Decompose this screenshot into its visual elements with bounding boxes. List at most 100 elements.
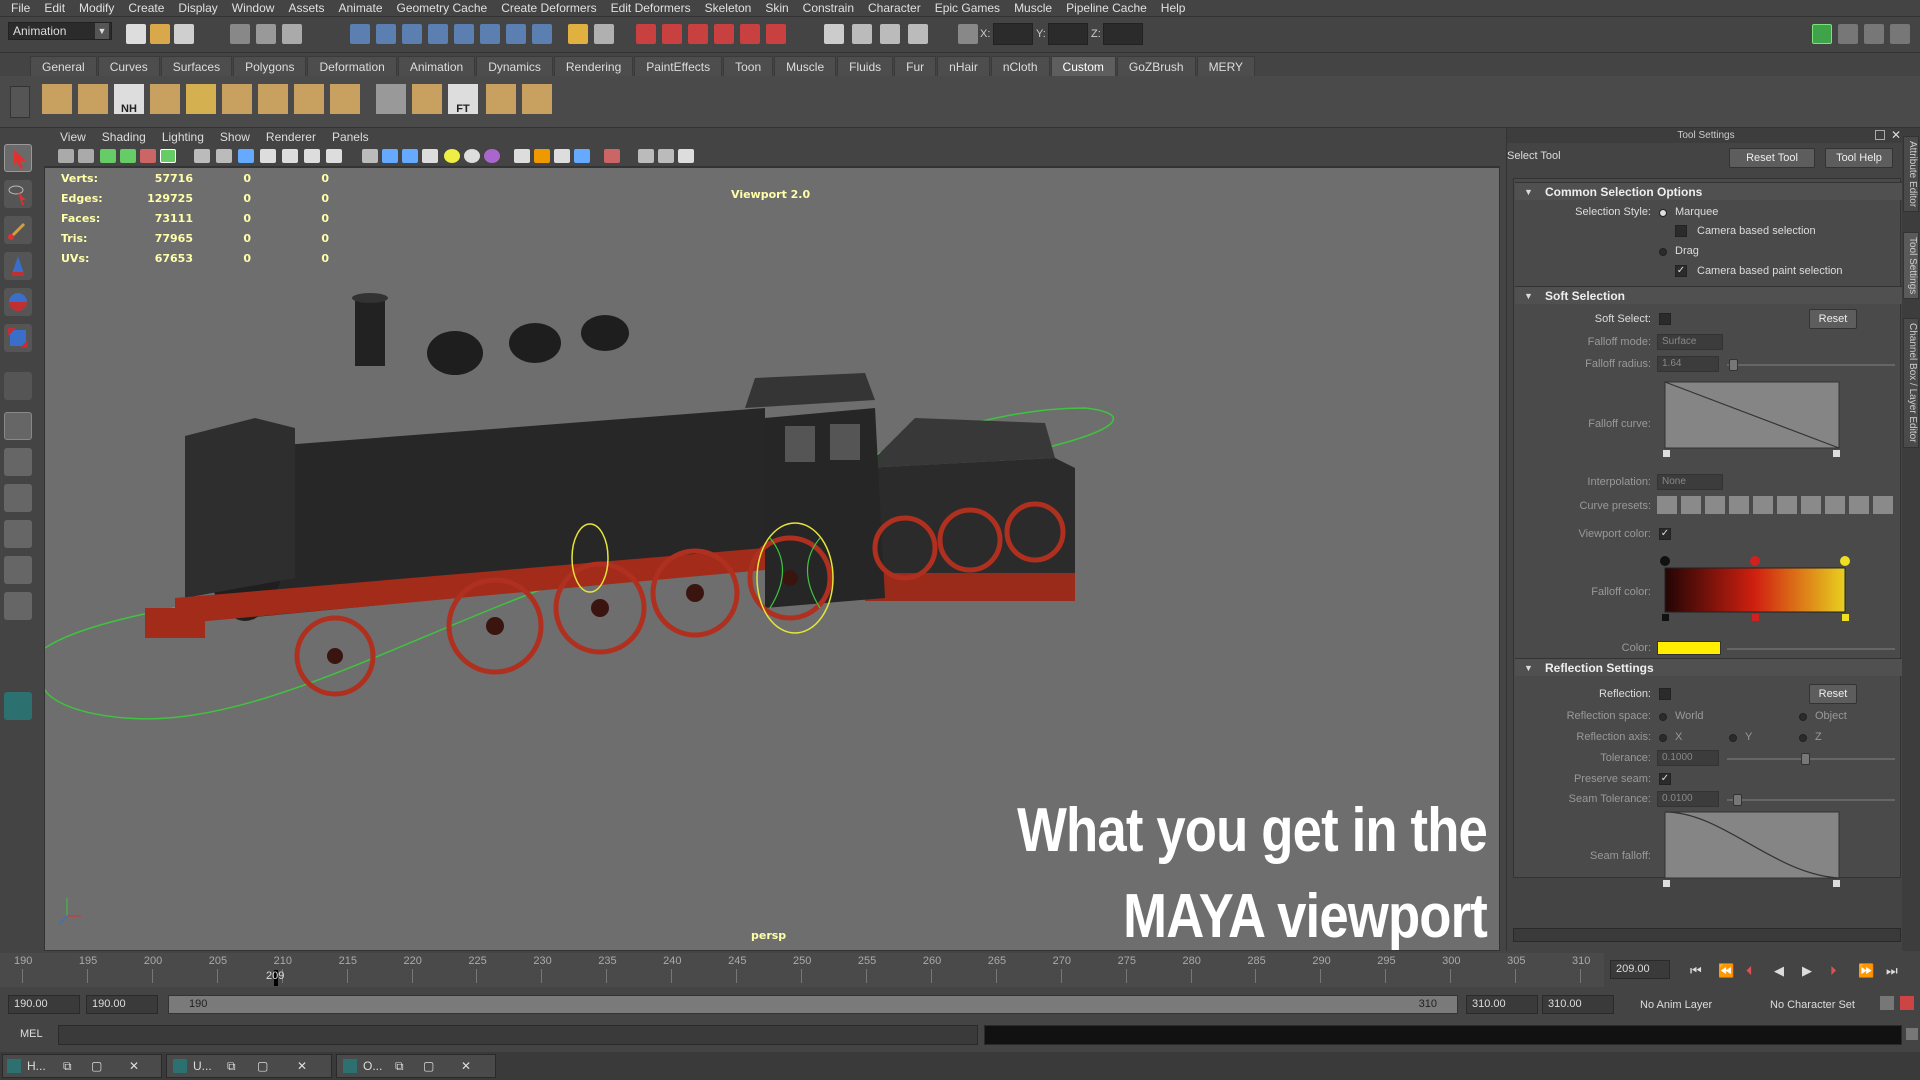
tool-settings-toggle-icon[interactable]	[1838, 24, 1858, 44]
hypershade-icon[interactable]	[740, 24, 760, 44]
panel-menu-view[interactable]: View	[52, 130, 94, 144]
shelf-tab-deformation[interactable]: Deformation	[307, 56, 397, 76]
falloff-radius-slider[interactable]	[1727, 364, 1895, 366]
panel-menu-lighting[interactable]: Lighting	[154, 130, 212, 144]
maximize-icon[interactable]: ▢	[257, 1055, 268, 1077]
hypershade-persp-layout-icon[interactable]	[4, 556, 32, 584]
depth-of-field-icon[interactable]	[554, 149, 570, 163]
shelf-tab-fluids[interactable]: Fluids	[837, 56, 894, 76]
layer-editor-toggle-icon[interactable]	[1890, 24, 1910, 44]
select-tool-icon[interactable]	[4, 144, 32, 172]
shelf-tool-10-icon[interactable]	[376, 84, 406, 114]
go-to-start-icon[interactable]: ⏮	[1690, 963, 1702, 979]
shelf-tab-painteffects[interactable]: PaintEffects	[634, 56, 723, 76]
menu-assets[interactable]: Assets	[281, 0, 331, 17]
select-hierarchy-icon[interactable]	[230, 24, 250, 44]
shelf-tab-gozbrush[interactable]: GoZBrush	[1116, 56, 1196, 76]
preserve-seam-checkbox[interactable]: ✓	[1659, 773, 1671, 785]
field-chart-icon[interactable]	[282, 149, 298, 163]
shelf-tab-ncloth[interactable]: nCloth	[990, 56, 1050, 76]
select-camera-icon[interactable]	[78, 149, 94, 163]
shelf-tab-toon[interactable]: Toon	[723, 56, 774, 76]
render-settings-icon[interactable]	[714, 24, 734, 44]
soft-selection-header[interactable]: Soft Selection	[1515, 286, 1905, 305]
lock-icon[interactable]	[568, 24, 588, 44]
play-backward-icon[interactable]: ◀	[1774, 963, 1784, 979]
menu-epic-games[interactable]: Epic Games	[928, 0, 1007, 17]
shadows-icon[interactable]	[464, 149, 480, 163]
falloff-radius-knob[interactable]	[1729, 359, 1738, 371]
soft-reset-button[interactable]: Reset	[1809, 309, 1857, 329]
two-d-pan-icon[interactable]	[140, 149, 156, 163]
float-panel-icon[interactable]	[1875, 130, 1885, 140]
menu-character[interactable]: Character	[861, 0, 928, 17]
graph-persp-layout-icon[interactable]	[4, 520, 32, 548]
screen-space-ao-icon[interactable]	[484, 149, 500, 163]
task-window-2[interactable]: U... ⧉ ▢ ✕	[166, 1054, 332, 1078]
single-pane-layout-icon[interactable]	[4, 412, 32, 440]
grease-pencil-icon[interactable]	[160, 149, 176, 163]
shelf-tool-11-icon[interactable]	[412, 84, 442, 114]
restore-icon[interactable]: ⧉	[63, 1055, 72, 1077]
step-back-frame-icon[interactable]: ⏪	[1718, 963, 1734, 979]
snap-surface-icon[interactable]	[454, 24, 474, 44]
curve-presets-strip[interactable]	[1657, 496, 1893, 514]
tolerance-field[interactable]: 0.1000	[1657, 750, 1719, 766]
horizontal-scrollbar[interactable]	[1513, 928, 1901, 942]
smooth-shade-icon[interactable]	[382, 149, 398, 163]
auto-key-icon[interactable]	[1880, 996, 1894, 1010]
graph-editor-layout-icon[interactable]	[4, 592, 32, 620]
select-by-name-icon[interactable]	[908, 24, 928, 44]
use-all-lights-icon[interactable]	[444, 149, 460, 163]
menu-window[interactable]: Window	[225, 0, 282, 17]
shelf-tab-polygons[interactable]: Polygons	[233, 56, 307, 76]
panel-menu-panels[interactable]: Panels	[324, 130, 377, 144]
shelf-tool-4-icon[interactable]	[150, 84, 180, 114]
image-plane-icon[interactable]	[120, 149, 136, 163]
shelf-tab-fur[interactable]: Fur	[894, 56, 937, 76]
menu-help[interactable]: Help	[1154, 0, 1193, 17]
object-radio[interactable]	[1799, 713, 1807, 721]
snap-grid-icon[interactable]	[350, 24, 370, 44]
select-object-icon[interactable]	[256, 24, 276, 44]
nh-tool-icon[interactable]: NH	[114, 84, 144, 115]
absolute-transform-icon[interactable]	[958, 24, 978, 44]
reset-tool-button[interactable]: Reset Tool	[1729, 148, 1815, 168]
gate-mask-icon[interactable]	[260, 149, 276, 163]
isolate-select-icon[interactable]	[574, 149, 590, 163]
menu-skeleton[interactable]: Skeleton	[698, 0, 759, 17]
paint-select-tool-icon[interactable]	[4, 216, 32, 244]
textured-icon[interactable]	[422, 149, 438, 163]
mel-label[interactable]: MEL	[20, 1028, 43, 1040]
tolerance-knob[interactable]	[1801, 753, 1810, 765]
outliner-persp-layout-icon[interactable]	[4, 484, 32, 512]
menu-pipeline-cache[interactable]: Pipeline Cache	[1059, 0, 1154, 17]
xray-components-icon[interactable]	[658, 149, 674, 163]
snap-curve-icon[interactable]	[376, 24, 396, 44]
script-editor-icon[interactable]	[1906, 1028, 1918, 1040]
wireframe-on-shaded-icon[interactable]	[402, 149, 418, 163]
maximize-icon[interactable]: ▢	[91, 1055, 102, 1077]
falloff-color-ramp[interactable]	[1657, 554, 1857, 624]
menu-constrain[interactable]: Constrain	[796, 0, 861, 17]
go-to-end-icon[interactable]: ⏭	[1886, 963, 1898, 979]
soft-color-swatch[interactable]	[1657, 641, 1721, 655]
command-input[interactable]	[58, 1025, 978, 1045]
menu-file[interactable]: File	[4, 0, 37, 17]
motion-blur-icon[interactable]	[514, 149, 530, 163]
drag-radio[interactable]	[1659, 248, 1667, 256]
y-field[interactable]	[1048, 23, 1088, 45]
anim-layer-select[interactable]: No Anim Layer	[1640, 999, 1712, 1011]
reflection-reset-button[interactable]: Reset	[1809, 684, 1857, 704]
anti-aliasing-icon[interactable]	[534, 149, 550, 163]
safe-title-icon[interactable]	[326, 149, 342, 163]
menu-animate[interactable]: Animate	[331, 0, 389, 17]
panel-menu-show[interactable]: Show	[212, 130, 258, 144]
shelf-tool-6-icon[interactable]	[222, 84, 252, 114]
last-tool-icon[interactable]	[4, 372, 32, 400]
world-radio[interactable]	[1659, 713, 1667, 721]
scale-tool-icon[interactable]	[4, 324, 32, 352]
shelf-tool-14-icon[interactable]	[522, 84, 552, 114]
transform-icon[interactable]	[852, 24, 872, 44]
menu-edit-deformers[interactable]: Edit Deformers	[604, 0, 698, 17]
